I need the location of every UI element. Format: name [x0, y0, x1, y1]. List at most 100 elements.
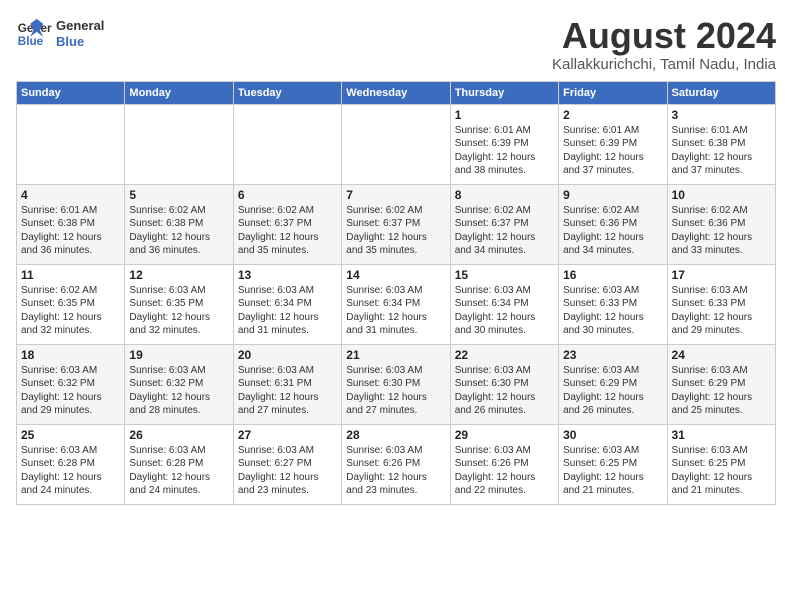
calendar-cell: 30 Sunrise: 6:03 AMSunset: 6:25 PMDayligh…	[559, 424, 667, 504]
day-info: Sunrise: 6:03 AMSunset: 6:34 PMDaylight:…	[238, 284, 337, 338]
day-info: Sunrise: 6:03 AMSunset: 6:34 PMDaylight:…	[346, 284, 445, 338]
calendar-cell: 24 Sunrise: 6:03 AMSunset: 6:29 PMDayligh…	[667, 344, 775, 424]
day-info: Sunrise: 6:02 AMSunset: 6:38 PMDaylight:…	[129, 204, 228, 258]
logo-icon: General Blue	[16, 16, 52, 52]
day-info: Sunrise: 6:03 AMSunset: 6:28 PMDaylight:…	[129, 444, 228, 498]
calendar-table: SundayMondayTuesdayWednesdayThursdayFrid…	[16, 81, 776, 505]
calendar-cell: 10 Sunrise: 6:02 AMSunset: 6:36 PMDayligh…	[667, 184, 775, 264]
day-info: Sunrise: 6:02 AMSunset: 6:36 PMDaylight:…	[672, 204, 771, 258]
calendar-cell: 5 Sunrise: 6:02 AMSunset: 6:38 PMDaylight…	[125, 184, 233, 264]
title-section: August 2024 Kallakkurichchi, Tamil Nadu,…	[552, 16, 776, 73]
calendar-cell: 6Sunrise: 6:02 AMSunset: 6:37 PMDaylight…	[233, 184, 341, 264]
calendar-cell: 14 Sunrise: 6:03 AMSunset: 6:34 PMDayligh…	[342, 264, 450, 344]
day-number: 9	[563, 188, 662, 202]
calendar-week-row: 4 Sunrise: 6:01 AMSunset: 6:38 PMDaylight…	[17, 184, 776, 264]
day-number: 25	[21, 428, 120, 442]
day-number: 31	[672, 428, 771, 442]
day-info: Sunrise: 6:03 AMSunset: 6:26 PMDaylight:…	[455, 444, 554, 498]
calendar-cell: 11 Sunrise: 6:02 AMSunset: 6:35 PMDayligh…	[17, 264, 125, 344]
day-number: 13	[238, 268, 337, 282]
calendar-cell: 22 Sunrise: 6:03 AMSunset: 6:30 PMDayligh…	[450, 344, 558, 424]
calendar-cell: 16Sunrise: 6:03 AMSunset: 6:33 PMDayligh…	[559, 264, 667, 344]
day-number: 24	[672, 348, 771, 362]
day-info: Sunrise: 6:03 AMSunset: 6:30 PMDaylight:…	[455, 364, 554, 418]
day-header-thursday: Thursday	[450, 81, 558, 104]
day-info: Sunrise: 6:02 AMSunset: 6:37 PMDaylight:…	[238, 204, 337, 258]
day-info: Sunrise: 6:03 AMSunset: 6:32 PMDaylight:…	[21, 364, 120, 418]
calendar-cell: 27 Sunrise: 6:03 AMSunset: 6:27 PMDayligh…	[233, 424, 341, 504]
day-info: Sunrise: 6:03 AMSunset: 6:31 PMDaylight:…	[238, 364, 337, 418]
calendar-cell: 9 Sunrise: 6:02 AMSunset: 6:36 PMDaylight…	[559, 184, 667, 264]
day-info: Sunrise: 6:02 AMSunset: 6:37 PMDaylight:…	[346, 204, 445, 258]
day-number: 17	[672, 268, 771, 282]
calendar-week-row: 25 Sunrise: 6:03 AMSunset: 6:28 PMDayligh…	[17, 424, 776, 504]
calendar-cell: 26 Sunrise: 6:03 AMSunset: 6:28 PMDayligh…	[125, 424, 233, 504]
calendar-cell: 25 Sunrise: 6:03 AMSunset: 6:28 PMDayligh…	[17, 424, 125, 504]
day-number: 30	[563, 428, 662, 442]
day-number: 3	[672, 108, 771, 122]
subtitle: Kallakkurichchi, Tamil Nadu, India	[552, 56, 776, 73]
day-info: Sunrise: 6:03 AMSunset: 6:28 PMDaylight:…	[21, 444, 120, 498]
day-number: 8	[455, 188, 554, 202]
calendar-cell: 28 Sunrise: 6:03 AMSunset: 6:26 PMDayligh…	[342, 424, 450, 504]
day-info: Sunrise: 6:03 AMSunset: 6:29 PMDaylight:…	[563, 364, 662, 418]
day-number: 5	[129, 188, 228, 202]
logo: General Blue General Blue	[16, 16, 104, 52]
day-number: 27	[238, 428, 337, 442]
day-info: Sunrise: 6:02 AMSunset: 6:36 PMDaylight:…	[563, 204, 662, 258]
day-number: 10	[672, 188, 771, 202]
day-header-sunday: Sunday	[17, 81, 125, 104]
day-number: 28	[346, 428, 445, 442]
calendar-cell: 2 Sunrise: 6:01 AMSunset: 6:39 PMDaylight…	[559, 104, 667, 184]
calendar-cell: 31Sunrise: 6:03 AMSunset: 6:25 PMDayligh…	[667, 424, 775, 504]
calendar-cell: 29 Sunrise: 6:03 AMSunset: 6:26 PMDayligh…	[450, 424, 558, 504]
logo-text-blue: Blue	[56, 34, 104, 50]
day-number: 14	[346, 268, 445, 282]
calendar-week-row: 18 Sunrise: 6:03 AMSunset: 6:32 PMDayligh…	[17, 344, 776, 424]
calendar-cell	[342, 104, 450, 184]
calendar-cell	[125, 104, 233, 184]
day-number: 16	[563, 268, 662, 282]
calendar-cell: 20 Sunrise: 6:03 AMSunset: 6:31 PMDayligh…	[233, 344, 341, 424]
day-number: 7	[346, 188, 445, 202]
day-header-friday: Friday	[559, 81, 667, 104]
day-number: 20	[238, 348, 337, 362]
day-header-tuesday: Tuesday	[233, 81, 341, 104]
day-number: 2	[563, 108, 662, 122]
day-info: Sunrise: 6:01 AMSunset: 6:39 PMDaylight:…	[455, 124, 554, 178]
day-info: Sunrise: 6:03 AMSunset: 6:30 PMDaylight:…	[346, 364, 445, 418]
calendar-cell: 13 Sunrise: 6:03 AMSunset: 6:34 PMDayligh…	[233, 264, 341, 344]
calendar-cell: 21 Sunrise: 6:03 AMSunset: 6:30 PMDayligh…	[342, 344, 450, 424]
day-info: Sunrise: 6:03 AMSunset: 6:32 PMDaylight:…	[129, 364, 228, 418]
day-number: 4	[21, 188, 120, 202]
day-info: Sunrise: 6:03 AMSunset: 6:26 PMDaylight:…	[346, 444, 445, 498]
day-info: Sunrise: 6:02 AMSunset: 6:37 PMDaylight:…	[455, 204, 554, 258]
day-number: 11	[21, 268, 120, 282]
day-number: 15	[455, 268, 554, 282]
calendar-cell	[233, 104, 341, 184]
day-info: Sunrise: 6:03 AMSunset: 6:25 PMDaylight:…	[563, 444, 662, 498]
day-info: Sunrise: 6:01 AMSunset: 6:39 PMDaylight:…	[563, 124, 662, 178]
day-number: 21	[346, 348, 445, 362]
calendar-cell: 4 Sunrise: 6:01 AMSunset: 6:38 PMDaylight…	[17, 184, 125, 264]
day-number: 23	[563, 348, 662, 362]
calendar-cell: 18 Sunrise: 6:03 AMSunset: 6:32 PMDayligh…	[17, 344, 125, 424]
day-number: 26	[129, 428, 228, 442]
day-number: 18	[21, 348, 120, 362]
main-title: August 2024	[552, 16, 776, 56]
day-header-wednesday: Wednesday	[342, 81, 450, 104]
calendar-cell: 8 Sunrise: 6:02 AMSunset: 6:37 PMDaylight…	[450, 184, 558, 264]
day-info: Sunrise: 6:03 AMSunset: 6:29 PMDaylight:…	[672, 364, 771, 418]
day-info: Sunrise: 6:01 AMSunset: 6:38 PMDaylight:…	[21, 204, 120, 258]
day-header-saturday: Saturday	[667, 81, 775, 104]
day-info: Sunrise: 6:03 AMSunset: 6:34 PMDaylight:…	[455, 284, 554, 338]
day-info: Sunrise: 6:03 AMSunset: 6:27 PMDaylight:…	[238, 444, 337, 498]
day-number: 29	[455, 428, 554, 442]
calendar-cell: 15 Sunrise: 6:03 AMSunset: 6:34 PMDayligh…	[450, 264, 558, 344]
day-info: Sunrise: 6:02 AMSunset: 6:35 PMDaylight:…	[21, 284, 120, 338]
calendar-week-row: 1Sunrise: 6:01 AMSunset: 6:39 PMDaylight…	[17, 104, 776, 184]
day-number: 22	[455, 348, 554, 362]
calendar-cell: 23 Sunrise: 6:03 AMSunset: 6:29 PMDayligh…	[559, 344, 667, 424]
calendar-body: 1Sunrise: 6:01 AMSunset: 6:39 PMDaylight…	[17, 104, 776, 504]
calendar-cell	[17, 104, 125, 184]
